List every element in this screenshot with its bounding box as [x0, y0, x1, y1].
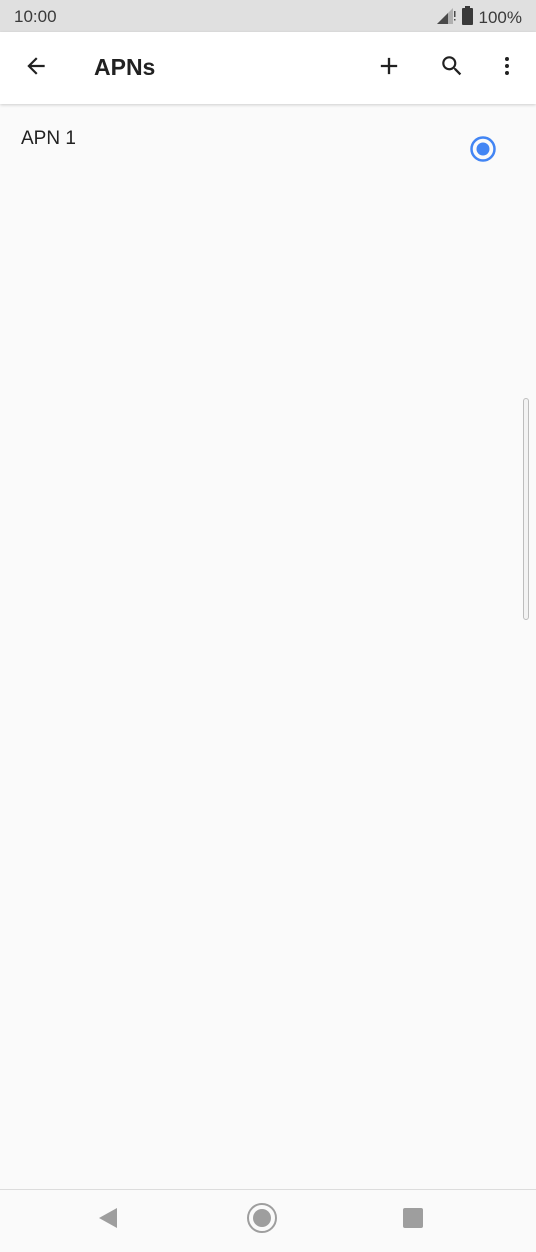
- nav-home-icon: [246, 1202, 278, 1239]
- battery-icon: [461, 6, 473, 30]
- navigation-bar: [0, 1189, 536, 1252]
- nav-back-icon: [97, 1207, 119, 1234]
- scrollbar[interactable]: [523, 398, 529, 620]
- back-button[interactable]: [14, 46, 58, 90]
- nav-recents-icon: [402, 1207, 424, 1234]
- status-bar: 10:00 100%: [0, 0, 536, 32]
- back-arrow-icon: [23, 53, 49, 84]
- plus-icon: [375, 52, 403, 85]
- apn-name: APN 1: [21, 128, 76, 149]
- radio-selected-icon: [469, 135, 497, 168]
- apn-list: APN 1: [0, 104, 536, 1189]
- apn-radio-button[interactable]: [467, 135, 499, 167]
- more-vert-icon: [495, 53, 519, 84]
- search-icon: [439, 53, 465, 84]
- signal-icon: [436, 7, 456, 30]
- status-time: 10:00: [14, 7, 57, 26]
- nav-back-button[interactable]: [88, 1200, 128, 1240]
- page-title: APNs: [94, 54, 156, 80]
- search-button[interactable]: [430, 46, 474, 90]
- status-icons: 100%: [436, 6, 522, 30]
- nav-recents-button[interactable]: [393, 1200, 433, 1240]
- app-bar: APNs: [0, 32, 536, 104]
- list-item[interactable]: APN 1: [0, 104, 536, 196]
- more-options-button[interactable]: [485, 46, 529, 90]
- battery-percentage: 100%: [478, 8, 522, 27]
- add-apn-button[interactable]: [367, 46, 411, 90]
- nav-home-button[interactable]: [242, 1200, 282, 1240]
